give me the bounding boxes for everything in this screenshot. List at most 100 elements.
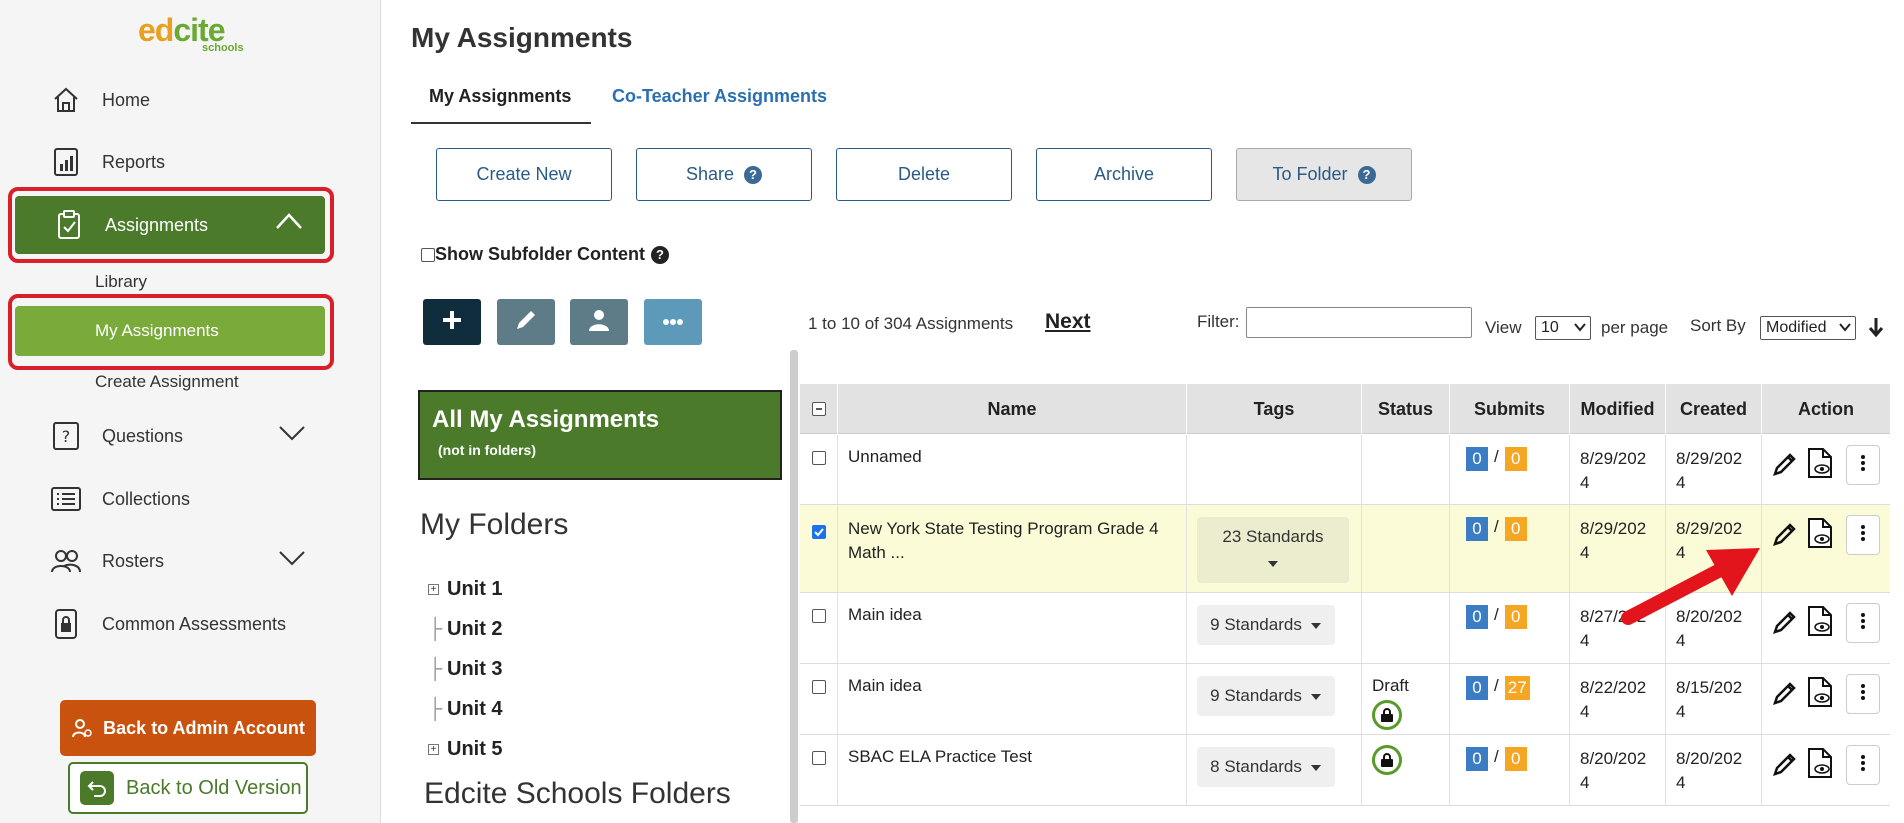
row-name[interactable]: SBAC ELA Practice Test bbox=[838, 735, 1187, 805]
header-action: Action bbox=[1798, 398, 1854, 419]
select-all-cell[interactable] bbox=[800, 384, 838, 434]
header-name[interactable]: Name bbox=[838, 384, 1187, 434]
table-row[interactable]: Main idea 9 Standards Draft 0 / 27 8/22/20… bbox=[800, 664, 1890, 735]
next-page-link[interactable]: Next bbox=[1045, 310, 1091, 334]
sidebar-item-assignments[interactable]: Assignments bbox=[15, 196, 325, 254]
sort-by-select[interactable]: Modified bbox=[1760, 316, 1856, 340]
folder-unit-5[interactable]: + Unit 5 bbox=[428, 738, 503, 761]
add-folder-button[interactable] bbox=[423, 299, 481, 345]
header-created[interactable]: Created bbox=[1666, 384, 1762, 434]
submits-separator: / bbox=[1494, 747, 1499, 766]
sidebar-item-label: Reports bbox=[102, 151, 166, 172]
folder-unit-1[interactable]: + Unit 1 bbox=[428, 578, 503, 601]
row-name[interactable]: Main idea bbox=[838, 593, 1187, 663]
tags-label: 9 Standards bbox=[1210, 686, 1302, 705]
folder-unit-4[interactable]: ├ Unit 4 bbox=[428, 698, 503, 721]
sidebar-subitem-library[interactable]: Library bbox=[95, 272, 147, 292]
expand-icon[interactable]: + bbox=[428, 584, 439, 595]
preview-document-icon[interactable] bbox=[1806, 676, 1834, 713]
chevron-down-icon[interactable] bbox=[278, 549, 306, 572]
lock-icon[interactable] bbox=[1372, 745, 1402, 775]
folder-label: Unit 5 bbox=[447, 738, 503, 760]
sidebar-item-common-assessments[interactable]: Common Assessments bbox=[50, 604, 286, 644]
row-checkbox[interactable] bbox=[812, 680, 826, 694]
help-icon[interactable]: ? bbox=[744, 165, 763, 184]
expand-icon[interactable]: + bbox=[428, 744, 439, 755]
row-more-button[interactable] bbox=[1846, 445, 1880, 485]
sidebar-item-label: Home bbox=[102, 89, 151, 110]
tags-dropdown[interactable]: 9 Standards bbox=[1197, 676, 1335, 716]
sidebar-subitem-my-assignments[interactable]: My Assignments bbox=[15, 306, 325, 356]
folder-unit-3[interactable]: ├ Unit 3 bbox=[428, 658, 503, 681]
row-checkbox[interactable] bbox=[812, 609, 826, 623]
tab-my-assignments[interactable]: My Assignments bbox=[411, 86, 591, 124]
row-name[interactable]: New York State Testing Program Grade 4 M… bbox=[838, 505, 1187, 592]
share-folder-button[interactable] bbox=[570, 299, 628, 345]
edit-pencil-icon[interactable] bbox=[1772, 609, 1798, 640]
preview-document-icon[interactable] bbox=[1806, 747, 1834, 784]
chevron-up-icon[interactable] bbox=[275, 212, 303, 235]
header-modified[interactable]: Modified bbox=[1570, 384, 1666, 434]
table-row[interactable]: SBAC ELA Practice Test 8 Standards 0 / 0 8… bbox=[800, 735, 1890, 806]
header-tags[interactable]: Tags bbox=[1187, 384, 1362, 434]
all-my-assignments-title: All My Assignments bbox=[432, 406, 660, 433]
tags-dropdown[interactable]: 8 Standards bbox=[1197, 747, 1335, 787]
row-checkbox[interactable] bbox=[812, 751, 826, 765]
sidebar-subitem-create-assignment[interactable]: Create Assignment bbox=[95, 372, 239, 392]
tree-line-icon: ├ bbox=[428, 698, 443, 720]
back-to-old-version-button[interactable]: Back to Old Version bbox=[68, 762, 308, 814]
row-more-button[interactable] bbox=[1846, 603, 1880, 643]
status-badge: Draft bbox=[1372, 676, 1409, 695]
preview-document-icon[interactable] bbox=[1806, 517, 1834, 554]
select-all-checkbox[interactable] bbox=[811, 402, 826, 416]
scrollbar[interactable] bbox=[790, 350, 798, 823]
per-page-label: per page bbox=[1601, 318, 1669, 337]
sort-direction-arrow-icon[interactable] bbox=[1868, 316, 1884, 343]
sidebar-item-home[interactable]: Home bbox=[50, 80, 150, 120]
edit-pencil-icon[interactable] bbox=[1772, 680, 1798, 711]
edit-folder-button[interactable] bbox=[497, 299, 555, 345]
to-folder-button[interactable]: To Folder? bbox=[1236, 148, 1412, 201]
edit-pencil-icon[interactable] bbox=[1772, 751, 1798, 782]
sidebar-item-collections[interactable]: Collections bbox=[50, 479, 190, 519]
row-more-button[interactable] bbox=[1846, 674, 1880, 714]
edit-pencil-icon[interactable] bbox=[1772, 451, 1798, 482]
preview-document-icon[interactable] bbox=[1806, 447, 1834, 484]
tags-dropdown[interactable]: 23 Standards bbox=[1197, 517, 1349, 583]
show-subfolder-checkbox[interactable] bbox=[421, 247, 435, 262]
chevron-down-icon[interactable] bbox=[278, 424, 306, 447]
row-name[interactable]: Unnamed bbox=[838, 435, 1187, 504]
filter-input[interactable] bbox=[1246, 307, 1472, 338]
archive-button[interactable]: Archive bbox=[1036, 148, 1212, 201]
share-button[interactable]: Share? bbox=[636, 148, 812, 201]
vertical-ellipsis-icon bbox=[1860, 612, 1866, 635]
help-icon[interactable]: ? bbox=[650, 245, 669, 264]
row-checkbox[interactable] bbox=[812, 451, 826, 465]
header-submits[interactable]: Submits bbox=[1450, 384, 1570, 434]
sidebar-item-questions[interactable]: ? Questions bbox=[50, 416, 305, 456]
edit-pencil-icon[interactable] bbox=[1772, 521, 1798, 552]
edcite-logo[interactable]: edcite schools bbox=[138, 12, 248, 58]
more-folder-button[interactable] bbox=[644, 299, 702, 345]
sidebar-item-rosters[interactable]: Rosters bbox=[50, 541, 305, 581]
tags-dropdown[interactable]: 9 Standards bbox=[1197, 605, 1335, 645]
all-my-assignments-folder[interactable]: All My Assignments (not in folders) bbox=[418, 390, 782, 480]
folder-unit-2[interactable]: ├ Unit 2 bbox=[428, 618, 503, 641]
submitted-count: 0 bbox=[1466, 517, 1488, 541]
per-page-select[interactable]: 10 bbox=[1535, 316, 1591, 340]
row-checkbox[interactable] bbox=[812, 525, 826, 539]
back-to-admin-button[interactable]: Back to Admin Account bbox=[60, 700, 316, 756]
header-status[interactable]: Status bbox=[1362, 384, 1450, 434]
tab-co-teacher-assignments[interactable]: Co-Teacher Assignments bbox=[612, 86, 827, 107]
create-new-button[interactable]: Create New bbox=[436, 148, 612, 201]
help-icon[interactable]: ? bbox=[1357, 165, 1376, 184]
lock-icon[interactable] bbox=[1372, 700, 1402, 730]
table-row[interactable]: Unnamed 0 / 0 8/29/202 4 8/29/202 4 bbox=[800, 435, 1890, 505]
row-more-button[interactable] bbox=[1846, 745, 1880, 785]
delete-button[interactable]: Delete bbox=[836, 148, 1012, 201]
sidebar-item-reports[interactable]: Reports bbox=[50, 142, 165, 182]
preview-document-icon[interactable] bbox=[1806, 605, 1834, 642]
row-more-button[interactable] bbox=[1846, 515, 1880, 555]
show-subfolder-toggle[interactable]: Show Subfolder Content ? bbox=[421, 244, 669, 265]
row-name[interactable]: Main idea bbox=[838, 664, 1187, 734]
